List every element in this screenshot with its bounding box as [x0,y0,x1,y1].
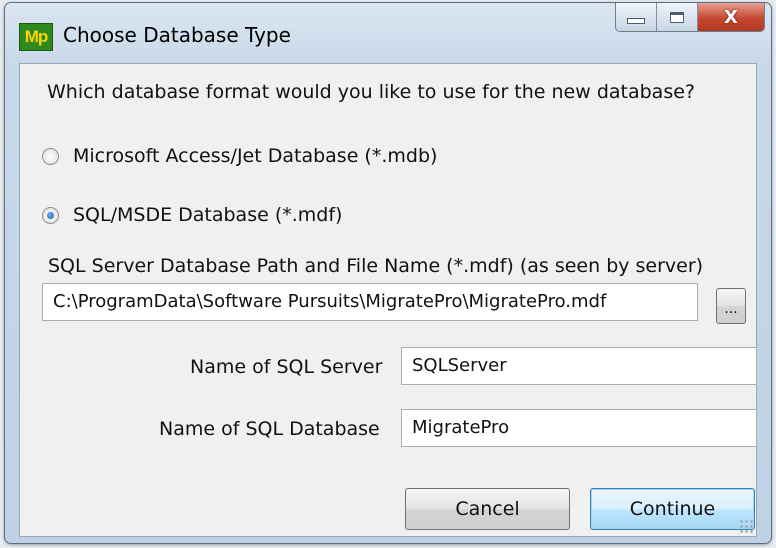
title-bar[interactable]: Mp Choose Database Type X [5,3,771,63]
option-access-jet-label: Microsoft Access/Jet Database (*.mdb) [73,145,438,167]
option-sql-msde[interactable]: SQL/MSDE Database (*.mdf) [42,204,342,226]
radio-selected-dot [47,211,54,219]
dialog-window: Mp Choose Database Type X Which database… [4,2,772,544]
window-controls: X [615,3,765,32]
maximize-icon [670,11,684,23]
close-button[interactable]: X [698,3,764,31]
close-icon: X [724,6,738,28]
option-access-jet[interactable]: Microsoft Access/Jet Database (*.mdb) [42,145,437,167]
minimize-icon [627,18,645,24]
dialog-content: Which database format would you like to … [19,63,757,537]
radio-sql-msde[interactable] [42,206,59,224]
resize-grip[interactable] [739,519,753,533]
prompt-text: Which database format would you like to … [47,81,695,103]
continue-button[interactable]: Continue [590,488,755,530]
radio-access-jet[interactable] [42,147,59,165]
database-input[interactable]: MigratePro [401,409,757,447]
server-input[interactable]: SQLServer [401,347,757,385]
option-sql-msde-label: SQL/MSDE Database (*.mdf) [73,204,343,226]
database-label: Name of SQL Database [159,418,380,440]
cancel-button[interactable]: Cancel [405,488,570,530]
window-title: Choose Database Type [63,23,291,47]
minimize-button[interactable] [616,3,657,31]
maximize-button[interactable] [657,3,698,31]
app-logo-icon: Mp [19,23,53,51]
server-label: Name of SQL Server [190,356,383,378]
path-input[interactable]: C:\ProgramData\Software Pursuits\Migrate… [42,283,698,321]
path-label: SQL Server Database Path and File Name (… [48,255,704,277]
browse-button[interactable]: ... [716,288,746,324]
